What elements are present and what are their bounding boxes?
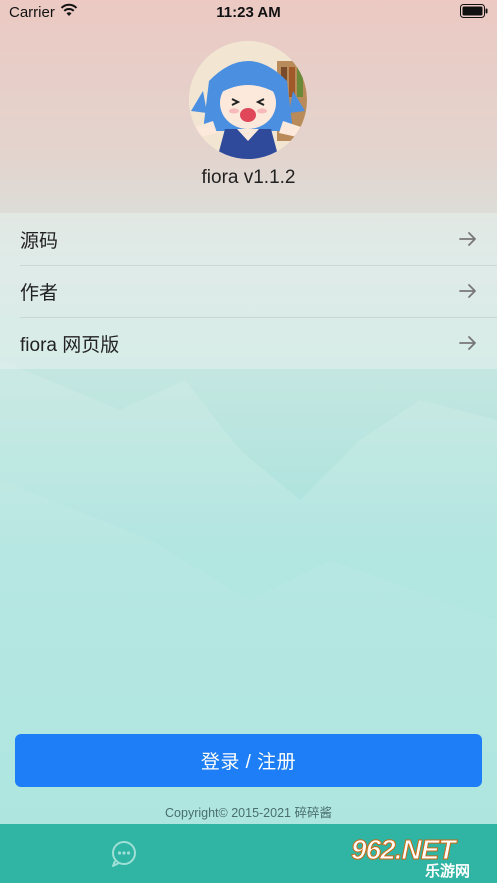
login-register-button[interactable]: 登录 / 注册: [15, 734, 482, 787]
arrow-right-icon: [459, 284, 476, 298]
menu-item-label: fiora 网页版: [20, 334, 120, 356]
arrow-right-icon: [459, 336, 476, 350]
clock-time: 11:23 AM: [216, 4, 281, 21]
avatar: [189, 41, 307, 159]
menu-list: 源码 作者 fiora 网页版: [0, 213, 497, 369]
watermark: 962.NET 乐游网: [351, 832, 491, 881]
anime-girl-avatar-icon: [189, 41, 307, 159]
app-version: fiora v1.1.2: [201, 167, 296, 188]
status-bar: Carrier 11:23 AM: [0, 0, 497, 28]
menu-item-web-version[interactable]: fiora 网页版: [0, 317, 497, 369]
arrow-right-icon: [459, 232, 476, 246]
copyright-text: Copyright© 2015-2021 碎碎酱: [165, 806, 332, 820]
chat-bubble-icon[interactable]: [109, 838, 139, 868]
watermark-subtitle: 乐游网: [425, 863, 471, 880]
menu-item-label: 作者: [20, 282, 59, 304]
menu-item-author[interactable]: 作者: [0, 265, 497, 317]
battery-icon: [460, 4, 488, 18]
tab-bar: 962.NET 乐游网: [0, 824, 497, 883]
menu-item-source-code[interactable]: 源码: [0, 213, 497, 265]
menu-item-label: 源码: [20, 230, 59, 252]
